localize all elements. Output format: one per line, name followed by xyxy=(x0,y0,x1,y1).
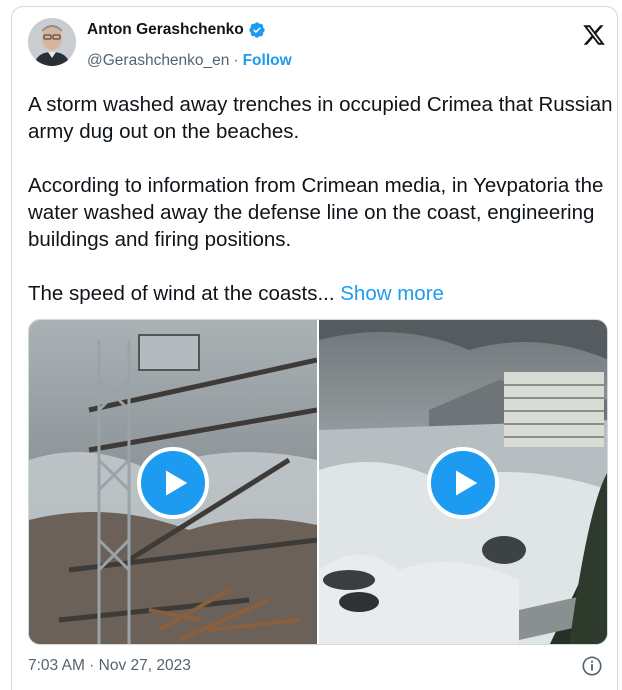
play-icon xyxy=(456,470,478,496)
avatar-image xyxy=(28,18,76,66)
tweet-paragraph-text: The speed of wind at the coasts... xyxy=(28,282,335,305)
tweet-paragraph-last: The speed of wind at the coasts... Show … xyxy=(28,280,613,307)
author-handle-row: @Gerashchenko_en · Follow xyxy=(87,52,292,70)
play-button-right[interactable] xyxy=(427,447,499,519)
media-grid xyxy=(28,319,608,645)
tweet-paragraph: A storm washed away trenches in occupied… xyxy=(28,93,613,143)
verified-badge-icon xyxy=(249,22,265,38)
tweet-timestamp[interactable]: 7:03 AM · Nov 27, 2023 xyxy=(28,657,191,675)
show-more-link[interactable]: Show more xyxy=(340,282,444,305)
info-icon[interactable] xyxy=(581,655,603,677)
author-name-row: Anton Gerashchenko xyxy=(87,21,266,39)
play-icon xyxy=(166,470,188,496)
media-divider xyxy=(317,320,319,644)
avatar[interactable] xyxy=(28,18,76,66)
tweet-text: A storm washed away trenches in occupied… xyxy=(28,91,613,307)
separator: · xyxy=(233,52,239,69)
play-button-left[interactable] xyxy=(137,447,209,519)
tweet-card[interactable]: Anton Gerashchenko @Gerashchenko_en · Fo… xyxy=(11,6,618,690)
author-handle[interactable]: @Gerashchenko_en xyxy=(87,52,229,70)
follow-button[interactable]: Follow xyxy=(243,52,292,70)
x-logo-icon[interactable] xyxy=(582,23,606,47)
tweet-paragraph: According to information from Crimean me… xyxy=(28,174,604,251)
author-name[interactable]: Anton Gerashchenko xyxy=(87,21,244,39)
